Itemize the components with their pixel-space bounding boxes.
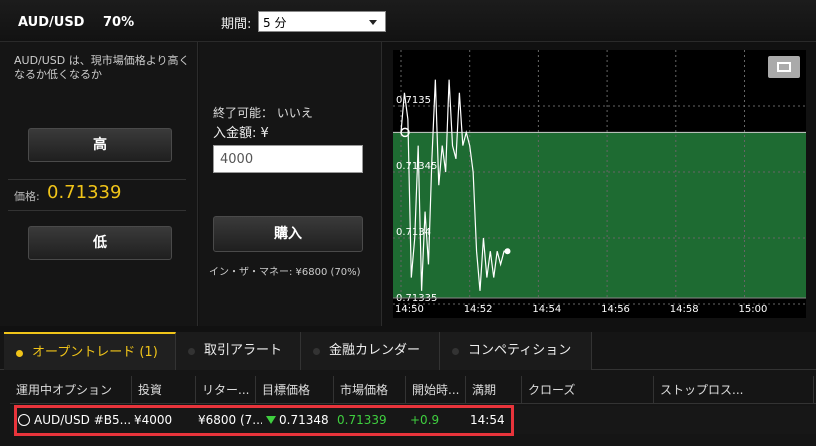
column-header[interactable]: 市場価格 — [334, 376, 406, 404]
tab-0[interactable]: オープントレード (1) — [4, 332, 176, 370]
highlight-box — [14, 405, 514, 436]
tab-dot-icon — [452, 348, 459, 355]
low-button[interactable]: 低 — [28, 226, 172, 260]
tab-dot-icon — [188, 348, 195, 355]
column-header[interactable]: ストップロス... — [654, 376, 814, 404]
top-bar: AUD/USD 70% 期間: 5 分 — [0, 0, 816, 42]
tab-1[interactable]: 取引アラート — [176, 332, 301, 370]
x-tick-label: 14:50 — [395, 304, 424, 315]
expand-chart-button[interactable] — [768, 56, 800, 78]
column-header[interactable]: 満期 — [466, 376, 522, 404]
column-header[interactable]: 開始時... — [406, 376, 466, 404]
column-header[interactable]: 投資 — [132, 376, 196, 404]
high-button[interactable]: 高 — [28, 128, 172, 162]
column-header[interactable]: リター... — [196, 376, 256, 404]
period-label: 期間: — [221, 17, 252, 32]
caret-down-icon — [369, 20, 377, 25]
x-tick-label: 14:56 — [601, 304, 630, 315]
divider — [8, 179, 186, 180]
tab-dot-icon — [16, 350, 23, 357]
tab-label: コンペティション — [468, 343, 572, 358]
tab-bar: オープントレード (1) 取引アラート 金融カレンダー コンペティション — [0, 332, 816, 370]
price-value: 0.71339 — [47, 182, 122, 203]
price-chart-svg: 0.71350.713450.71340.7133514:50 14:52 14:5… — [393, 50, 806, 315]
price-label: 価格: — [14, 190, 40, 203]
last-price-point — [504, 248, 511, 255]
window-icon — [777, 62, 791, 72]
amount-input[interactable] — [213, 145, 363, 173]
tab-dot-icon — [313, 348, 320, 355]
x-tick-label: 14:54 — [532, 304, 561, 315]
order-panel: 終了可能： いいえ 入金額: ¥ 購入 イン・ザ・マネー: ¥6800 (70%… — [199, 42, 382, 326]
price-chart[interactable]: 0.7135 0.71345 0.7134 0.71335 14:50 14:52 14:5… — [393, 50, 806, 318]
column-header[interactable]: クローズ — [522, 376, 654, 404]
x-tick-label: 15:00 — [739, 304, 768, 315]
direction-panel: AUD/USD は、現市場価格より高くなるか低くなるか 高 価格: 0.7133… — [0, 42, 198, 326]
buy-button[interactable]: 購入 — [213, 216, 363, 252]
column-header[interactable]: 目標価格 — [256, 376, 334, 404]
direction-description: AUD/USD は、現市場価格より高くなるか低くなるか — [14, 54, 190, 81]
x-tick-label: 14:58 — [670, 304, 699, 315]
deposit-label: 入金額: ¥ — [213, 126, 269, 141]
period-value: 5 分 — [263, 16, 287, 30]
tab-3[interactable]: コンペティション — [440, 332, 592, 370]
in-the-money-note: イン・ザ・マネー: ¥6800 (70%) — [209, 267, 361, 278]
tab-2[interactable]: 金融カレンダー — [301, 332, 440, 370]
table-header: 運用中オプション 投資 リター... 目標価格 市場価格 開始時... 満期 クローズ ストップ… — [10, 376, 816, 404]
y-tick-label: 0.7135 — [396, 95, 431, 106]
period-select[interactable]: 5 分 — [258, 11, 386, 32]
tab-label: オープントレード (1) — [32, 345, 158, 360]
column-header[interactable]: 運用中オプション — [10, 376, 132, 404]
divider — [8, 210, 186, 211]
tab-label: 取引アラート — [204, 343, 283, 358]
payout-percent: 70% — [103, 15, 135, 30]
tab-label: 金融カレンダー — [329, 343, 421, 358]
x-tick-label: 14:52 — [464, 304, 493, 315]
early-close-status: 終了可能： いいえ — [213, 106, 313, 120]
asset-name: AUD/USD — [18, 15, 85, 30]
